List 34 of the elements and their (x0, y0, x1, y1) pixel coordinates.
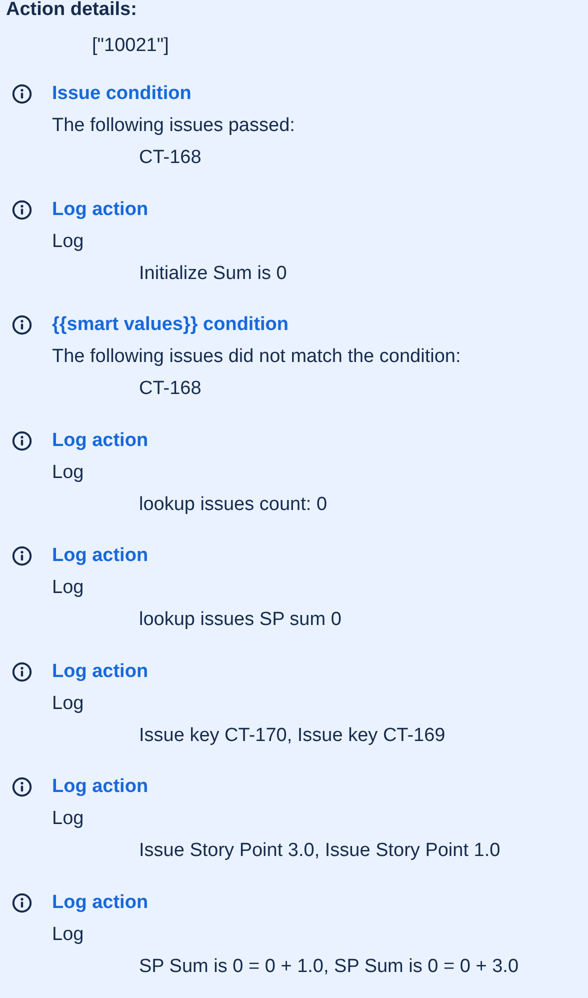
info-icon (12, 546, 32, 566)
action-description: The following issues passed: (52, 114, 295, 138)
action-description: Log (52, 692, 84, 716)
info-icon (12, 200, 32, 220)
action-detail: CT-168 (139, 146, 202, 170)
info-icon (12, 430, 32, 450)
action-detail: SP Sum is 0 = 0 + 1.0, SP Sum is 0 = 0 + 3.0 (139, 954, 519, 978)
action-title-link[interactable]: Issue condition (52, 78, 192, 110)
info-icon (12, 892, 32, 912)
action-value: ["10021"] (92, 34, 169, 58)
action-description: Log (52, 807, 84, 831)
action-description: Log (52, 460, 84, 484)
action-description: Log (52, 230, 84, 254)
info-icon (12, 84, 32, 104)
action-detail: Issue Story Point 3.0, Issue Story Point 1.0 (139, 839, 500, 863)
section-heading: Action details: (6, 0, 137, 20)
action-title-link[interactable]: {{smart values}} condition (52, 309, 289, 341)
action-detail: Initialize Sum is 0 (139, 262, 287, 286)
action-detail: lookup issues count: 0 (139, 492, 328, 516)
action-description: The following issues did not match the condition: (52, 345, 461, 369)
action-description: Log (52, 922, 84, 946)
action-title-link[interactable]: Log action (52, 194, 148, 226)
action-detail: lookup issues SP sum 0 (139, 608, 342, 632)
action-detail: Issue key CT-170, Issue key CT-169 (139, 724, 446, 748)
action-detail: CT-168 (139, 377, 202, 401)
info-icon (12, 777, 32, 797)
info-icon (12, 662, 32, 682)
action-description: Log (52, 576, 84, 600)
action-title-link[interactable]: Log action (52, 771, 148, 803)
action-title-link[interactable]: Log action (52, 886, 148, 918)
action-title-link[interactable]: Log action (52, 540, 148, 572)
action-title-link[interactable]: Log action (52, 424, 148, 456)
action-title-link[interactable]: Log action (52, 656, 148, 688)
info-icon (12, 315, 32, 335)
